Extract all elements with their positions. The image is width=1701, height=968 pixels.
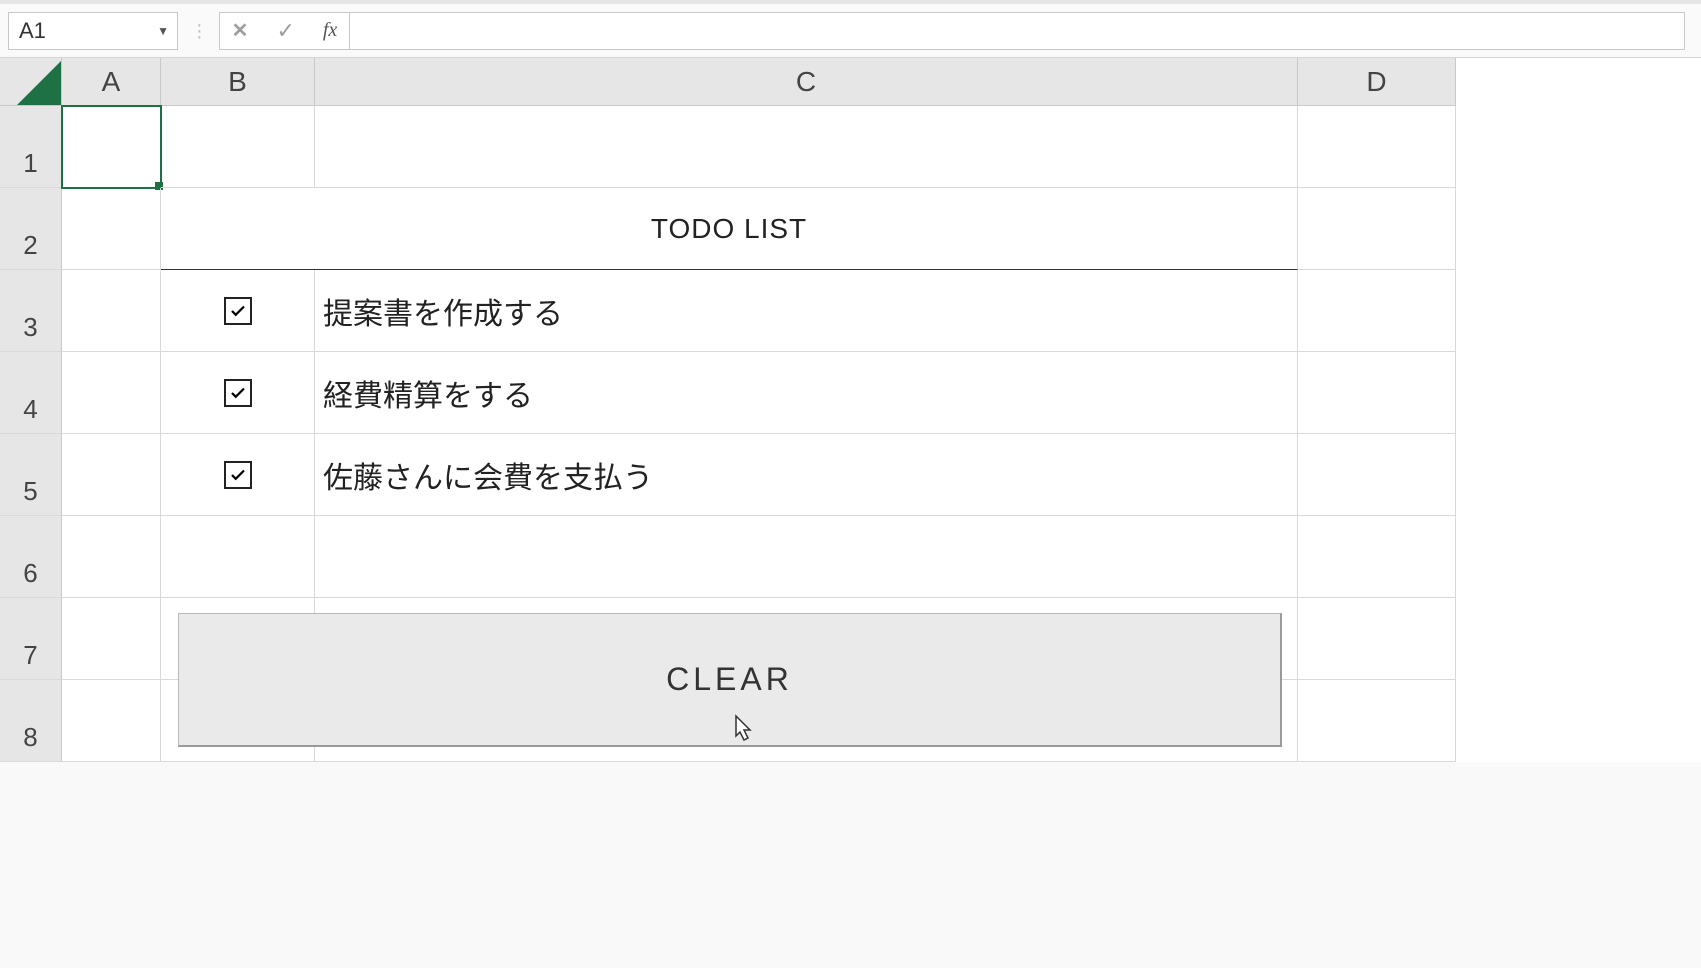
cell-c3[interactable]: 提案書を作成する <box>315 270 1298 352</box>
task-text-2: 経費精算をする <box>323 371 533 415</box>
checkbox-3[interactable] <box>224 461 252 489</box>
check-icon <box>229 384 247 402</box>
task-text-1: 提案書を作成する <box>323 289 563 333</box>
cell-c6[interactable] <box>315 516 1298 598</box>
name-box-value: A1 <box>19 18 46 44</box>
formula-input[interactable] <box>350 12 1685 50</box>
cell-c5[interactable]: 佐藤さんに会費を支払う <box>315 434 1298 516</box>
name-box[interactable]: A1 ▼ <box>8 12 178 50</box>
col-header-d[interactable]: D <box>1298 58 1456 106</box>
row-header-5[interactable]: 5 <box>0 434 62 516</box>
col-header-b[interactable]: B <box>161 58 315 106</box>
cell-a5[interactable] <box>62 434 161 516</box>
row-header-1[interactable]: 1 <box>0 106 62 188</box>
formula-bar: A1 ▼ ··· ✕ ✓ fx <box>0 0 1701 58</box>
cell-a3[interactable] <box>62 270 161 352</box>
check-icon <box>229 302 247 320</box>
cell-a8[interactable] <box>62 680 161 762</box>
cell-a2[interactable] <box>62 188 161 270</box>
formula-controls: ✕ ✓ fx <box>219 12 351 50</box>
cell-d4[interactable] <box>1298 352 1456 434</box>
row-header-7[interactable]: 7 <box>0 598 62 680</box>
cell-d5[interactable] <box>1298 434 1456 516</box>
cell-b3[interactable] <box>161 270 315 352</box>
cell-c4[interactable]: 経費精算をする <box>315 352 1298 434</box>
row-header-2[interactable]: 2 <box>0 188 62 270</box>
cell-b1[interactable] <box>161 106 315 188</box>
task-text-3: 佐藤さんに会費を支払う <box>323 453 653 497</box>
check-icon <box>229 466 247 484</box>
cell-d3[interactable] <box>1298 270 1456 352</box>
row-header-8[interactable]: 8 <box>0 680 62 762</box>
confirm-icon[interactable]: ✓ <box>276 18 294 44</box>
cell-d2[interactable] <box>1298 188 1456 270</box>
cell-a1[interactable] <box>62 106 161 188</box>
cell-b5[interactable] <box>161 434 315 516</box>
cell-d6[interactable] <box>1298 516 1456 598</box>
cell-a4[interactable] <box>62 352 161 434</box>
row-header-6[interactable]: 6 <box>0 516 62 598</box>
cell-a7[interactable] <box>62 598 161 680</box>
cell-d7[interactable] <box>1298 598 1456 680</box>
cell-d1[interactable] <box>1298 106 1456 188</box>
clear-button[interactable]: CLEAR <box>178 613 1282 747</box>
fx-icon[interactable]: fx <box>323 19 337 42</box>
cell-d8[interactable] <box>1298 680 1456 762</box>
resize-handle-icon[interactable]: ··· <box>196 22 201 40</box>
cell-b4[interactable] <box>161 352 315 434</box>
row-header-4[interactable]: 4 <box>0 352 62 434</box>
select-all-corner[interactable] <box>0 58 62 106</box>
dropdown-icon[interactable]: ▼ <box>157 24 169 38</box>
cell-c1[interactable] <box>315 106 1298 188</box>
cell-a6[interactable] <box>62 516 161 598</box>
col-header-a[interactable]: A <box>62 58 161 106</box>
checkbox-2[interactable] <box>224 379 252 407</box>
cancel-icon[interactable]: ✕ <box>232 18 249 43</box>
checkbox-1[interactable] <box>224 297 252 325</box>
row-header-3[interactable]: 3 <box>0 270 62 352</box>
cell-b6[interactable] <box>161 516 315 598</box>
todo-title[interactable]: TODO LIST <box>161 188 1298 270</box>
col-header-c[interactable]: C <box>315 58 1298 106</box>
